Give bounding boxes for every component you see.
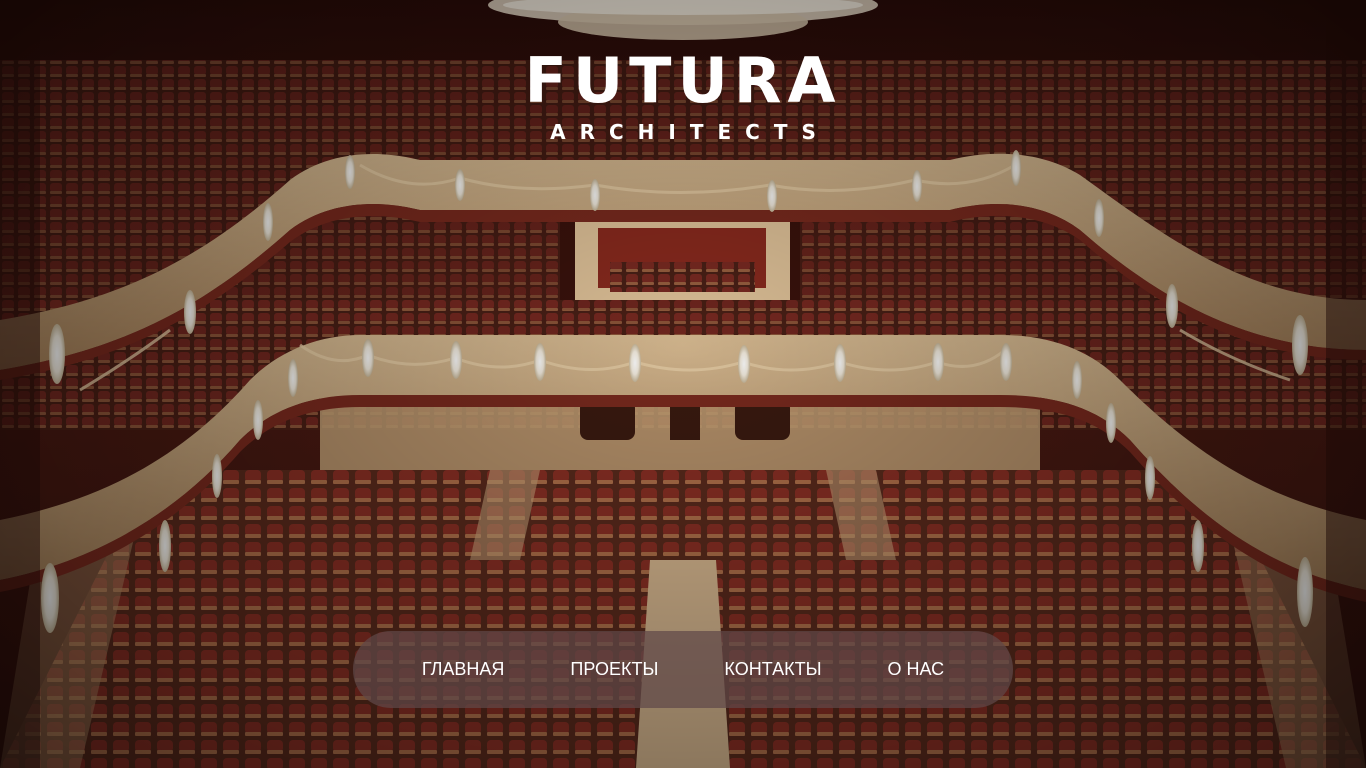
nav-item-projects[interactable]: ПРОЕКТЫ: [537, 659, 691, 680]
logo-title: FUTURA: [524, 44, 842, 117]
nav-item-about[interactable]: О НАС: [855, 659, 978, 680]
logo-subtitle: ARCHITECTS: [550, 120, 830, 144]
main-navigation: ГЛАВНАЯ ПРОЕКТЫ КОНТАКТЫ О НАС: [353, 631, 1013, 708]
nav-item-contacts[interactable]: КОНТАКТЫ: [691, 659, 854, 680]
landing-page: FUTURA ARCHITECTS ГЛАВНАЯ ПРОЕКТЫ КОНТАК…: [0, 0, 1366, 768]
futura-architects-logo[interactable]: FUTURA ARCHITECTS: [524, 44, 842, 145]
nav-item-home[interactable]: ГЛАВНАЯ: [389, 659, 538, 680]
